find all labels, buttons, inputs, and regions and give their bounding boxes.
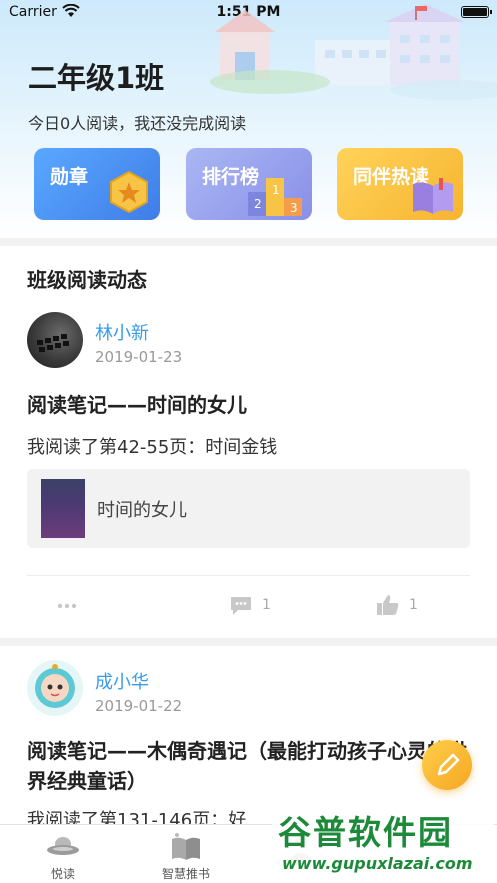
open-book-icon <box>172 833 200 860</box>
tab-yuedu[interactable]: 悦读 <box>18 825 108 883</box>
avatar[interactable] <box>27 312 83 368</box>
svg-text:1: 1 <box>272 183 280 197</box>
write-note-button[interactable] <box>422 740 472 790</box>
like-count: 1 <box>409 597 418 613</box>
post-date: 2019-01-23 <box>95 348 183 366</box>
tab-yuedu-label: 悦读 <box>50 867 75 881</box>
comment-icon <box>231 597 251 615</box>
post-excerpt: 我阅读了第42-55页：时间金钱 <box>27 437 278 458</box>
svg-text:3: 3 <box>290 201 298 215</box>
post-title[interactable]: 阅读笔记——时间的女儿 <box>27 390 467 420</box>
post-author[interactable]: 成小华 <box>95 668 149 694</box>
tab-smart-recommend[interactable]: 智慧推书 <box>141 825 231 883</box>
comment-count: 1 <box>262 597 271 613</box>
book-cover <box>41 479 85 538</box>
comment-button[interactable]: 1 <box>228 592 271 618</box>
medal-icon <box>110 170 148 214</box>
class-header: Carrier 1:51 PM 二年级1班 今日0人阅读，我还没完成阅读 勋章 <box>0 0 497 238</box>
watermark-title: 谷普软件园 <box>278 813 453 852</box>
ufo-icon <box>47 837 79 855</box>
post-date: 2019-01-22 <box>95 697 183 715</box>
medal-card[interactable]: 勋章 <box>34 148 160 220</box>
peer-reading-card[interactable]: 同伴热读 <box>337 148 463 220</box>
school-illustration <box>210 4 497 100</box>
feed-section-title: 班级阅读动态 <box>27 268 147 292</box>
site-watermark: 谷普软件园 www.gupuxlazai.com <box>272 802 494 880</box>
avatar[interactable] <box>27 660 83 716</box>
class-reading-feed: 班级阅读动态 林小新 2019-01-23 阅读笔记——时间的女儿 我阅读了第4… <box>0 246 497 638</box>
like-button[interactable]: 1 <box>375 592 418 618</box>
book-icon <box>413 178 453 214</box>
more-dots-icon <box>57 603 77 609</box>
medal-card-label: 勋章 <box>50 166 89 188</box>
astronaut-avatar-icon <box>35 664 75 708</box>
keyboard-photo-icon <box>37 334 69 352</box>
leaderboard-card[interactable]: 排行榜 2 1 3 <box>186 148 312 220</box>
watermark-url: www.gupuxlazai.com <box>282 854 473 873</box>
class-title: 二年级1班 <box>28 61 165 95</box>
tab-smart-recommend-label: 智慧推书 <box>161 867 210 881</box>
svg-text:2: 2 <box>254 197 262 211</box>
reading-summary: 今日0人阅读，我还没完成阅读 <box>28 114 247 133</box>
post-title[interactable]: 阅读笔记——木偶奇遇记（最能打动孩子心灵的世界经典童话） <box>27 736 467 798</box>
post-author[interactable]: 林小新 <box>95 319 149 345</box>
thumbs-up-icon <box>377 595 399 615</box>
divider <box>27 575 470 576</box>
book-card[interactable]: 时间的女儿 <box>27 469 470 548</box>
feed-post-2: 成小华 2019-01-22 阅读笔记——木偶奇遇记（最能打动孩子心灵的世界经典… <box>0 646 497 831</box>
pencil-icon <box>437 753 460 776</box>
more-button[interactable] <box>57 592 79 618</box>
book-title: 时间的女儿 <box>97 500 187 521</box>
podium-icon: 2 1 3 <box>248 178 302 216</box>
